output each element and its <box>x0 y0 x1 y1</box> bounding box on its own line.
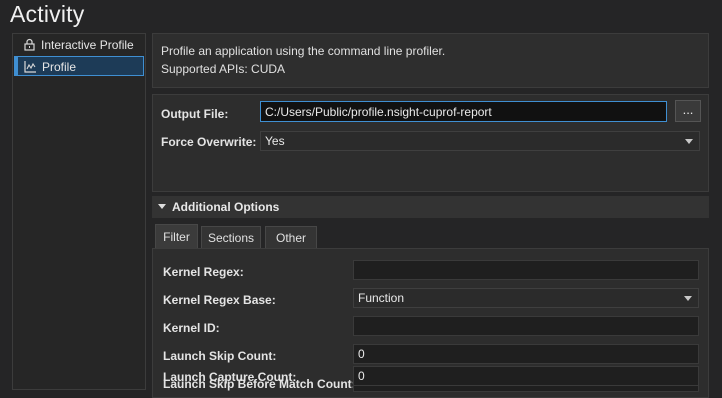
tab-sections[interactable]: Sections <box>201 226 261 248</box>
browse-button[interactable]: ... <box>675 100 701 122</box>
chevron-down-icon <box>684 296 692 301</box>
supported-apis: Supported APIs: CUDA <box>161 62 286 76</box>
sidebar-item-label: Interactive Profile <box>41 38 134 52</box>
tab-other[interactable]: Other <box>265 226 317 248</box>
activity-description: Profile an application using the command… <box>152 33 709 88</box>
section-title: Additional Options <box>172 200 280 214</box>
force-overwrite-value: Yes <box>265 134 285 148</box>
page-title: Activity <box>10 1 85 27</box>
chevron-down-icon <box>685 139 693 144</box>
launch-capture-count-label: Launch Capture Count: <box>163 370 297 384</box>
activity-content: Profile an application using the command… <box>152 33 722 398</box>
sidebar-item-interactive-profile[interactable]: Interactive Profile <box>14 35 144 55</box>
output-file-label: Output File: <box>161 107 229 121</box>
force-overwrite-select[interactable]: Yes <box>260 131 700 151</box>
kernel-regex-input[interactable] <box>353 260 699 280</box>
activity-sidebar: Interactive Profile Profile <box>12 33 146 390</box>
launch-skip-count-input[interactable] <box>353 344 699 364</box>
kernel-regex-base-label: Kernel Regex Base: <box>163 293 276 307</box>
output-file-input[interactable] <box>260 101 667 122</box>
kernel-regex-base-value: Function <box>358 291 405 305</box>
collapse-triangle-icon <box>158 204 166 209</box>
launch-capture-count-input[interactable] <box>353 366 699 386</box>
kernel-regex-label: Kernel Regex: <box>163 265 244 279</box>
kernel-id-input[interactable] <box>353 316 699 336</box>
launch-skip-count-label: Launch Skip Count: <box>163 349 277 363</box>
description-line: Profile an application using the command… <box>161 44 446 58</box>
kernel-id-label: Kernel ID: <box>163 321 220 335</box>
force-overwrite-label: Force Overwrite: <box>161 135 257 149</box>
output-panel: Output File: ... Force Overwrite: Yes <box>152 94 709 192</box>
sidebar-item-profile[interactable]: Profile <box>14 56 144 76</box>
kernel-regex-base-select[interactable]: Function <box>353 288 699 308</box>
additional-options-header[interactable]: Additional Options <box>152 196 709 218</box>
lock-icon <box>24 38 35 51</box>
tab-filter[interactable]: Filter <box>155 224 198 248</box>
chart-icon <box>24 61 36 73</box>
sidebar-item-label: Profile <box>42 60 77 74</box>
